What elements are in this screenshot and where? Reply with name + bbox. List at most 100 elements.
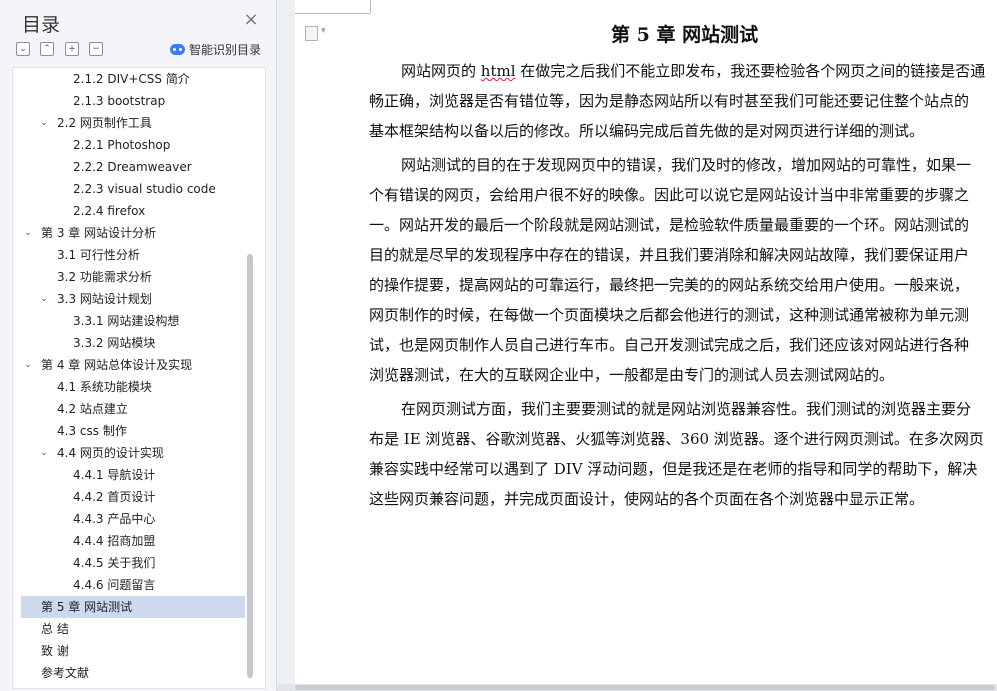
toc-item[interactable]: 参考文献: [21, 662, 245, 684]
toc-item[interactable]: 2.2.2 Dreamweaver: [21, 156, 245, 178]
horizontal-scrollbar[interactable]: [277, 684, 997, 691]
collapse-up-icon[interactable]: ⌃: [40, 42, 54, 56]
paragraph-line: 试，也是网页制作人员自己进行车市。自己开发测试完成之后，我们还应该对网站进行各种: [369, 336, 970, 354]
toc-item[interactable]: 4.4.6 问题留言: [21, 574, 245, 596]
toc-list-container: 2.1.2 DIV+CSS 简介 2.1.3 bootstrap ⌄ 2.2 网页制作…: [12, 67, 266, 689]
toc-item[interactable]: 2.2.1 Photoshop: [21, 134, 245, 156]
ai-robot-icon: [170, 44, 185, 55]
toc-toolbar: ⌄ ⌃ + − 智能识别目录: [16, 42, 266, 58]
toc-item-label: 4.4.3 产品中心: [73, 512, 156, 526]
chevron-down-icon[interactable]: ⌄: [39, 288, 49, 310]
toc-item[interactable]: 3.2 功能需求分析: [21, 266, 245, 288]
toc-item-label: 4.3 css 制作: [57, 424, 127, 438]
toc-item[interactable]: ⌄ 2.2 网页制作工具: [21, 112, 245, 134]
chevron-down-icon[interactable]: ⌄: [23, 222, 33, 244]
toc-item[interactable]: 4.4.5 关于我们: [21, 552, 245, 574]
toc-item-label: 4.4.2 首页设计: [73, 490, 156, 504]
toc-item[interactable]: ⌄ 第 3 章 网站设计分析: [21, 222, 245, 244]
chevron-down-icon[interactable]: ⌄: [39, 112, 49, 134]
toc-item[interactable]: 3.1 可行性分析: [21, 244, 245, 266]
toc-item[interactable]: ⌄ 4.4 网页的设计实现: [21, 442, 245, 464]
paragraph-line: 布是 IE 浏览器、谷歌浏览器、火狐等浏览器、360 浏览器。逐个进行网页测试。…: [369, 430, 984, 448]
page-corner-mark: [370, 0, 371, 13]
toc-item[interactable]: 4.2 站点建立: [21, 398, 245, 420]
paragraph-line: 网站网页的 html 在做完之后我们不能立即发布，我还要检验各个网页之间的链接是…: [401, 58, 985, 84]
document-icon[interactable]: [305, 26, 326, 41]
toc-item[interactable]: 致 谢: [21, 640, 245, 662]
toc-item[interactable]: 4.4.2 首页设计: [21, 486, 245, 508]
paragraph-line: 一。网站开发的最后一个阶段就是网站测试，是检验软件质量最重要的一个环。网站测试的: [369, 216, 970, 234]
toc-item[interactable]: 4.3 css 制作: [21, 420, 245, 442]
toc-item-label: 3.2 功能需求分析: [57, 270, 152, 284]
toc-item-label: 3.3.2 网站模块: [73, 336, 156, 350]
toc-item-label: 4.4.4 招商加盟: [73, 534, 156, 548]
spellcheck-word[interactable]: html: [481, 62, 516, 80]
toc-item-label: 3.3 网站设计规划: [57, 292, 152, 306]
toc-item[interactable]: 3.3.2 网站模块: [21, 332, 245, 354]
toc-item[interactable]: 3.3.1 网站建设构想: [21, 310, 245, 332]
toc-item-label: 3.1 可行性分析: [57, 248, 140, 262]
toc-item-label: 参考文献: [41, 666, 90, 680]
toc-item-label: 4.4.1 导航设计: [73, 468, 156, 482]
toc-item-label: 4.4.5 关于我们: [73, 556, 156, 570]
paragraph-line: 目的就是尽早的发现程序中存在的错误，并且我们要消除和解决网站故障，我们要保证用户: [369, 246, 970, 264]
toc-scrollbar[interactable]: [247, 254, 253, 678]
document-area: 第 5 章 网站测试 网站网页的 html 在做完之后我们不能立即发布，我还要检…: [277, 0, 997, 691]
paragraph-line: 在网页测试方面，我们主要要测试的就是网站浏览器兼容性。我们测试的浏览器主要分: [401, 400, 972, 418]
smart-toc-label: 智能识别目录: [189, 43, 262, 57]
paragraph-line: 浏览器测试，在大的互联网企业中，一般都是由专门的测试人员去测试网站的。: [369, 366, 895, 384]
add-level-icon[interactable]: +: [65, 42, 79, 56]
toc-pane: 目录 × ⌄ ⌃ + − 智能识别目录 2.1.2 DIV+CSS 简介 2.1.…: [0, 0, 277, 691]
toc-item[interactable]: 2.2.4 firefox: [21, 200, 245, 222]
page-corner-mark: [295, 13, 370, 14]
toc-item[interactable]: 4.1 系统功能模块: [21, 376, 245, 398]
text-run: 在做完之后我们不能立即发布，我还要检验各个网页之间的链接是否通: [515, 62, 986, 80]
toc-item-label: 2.2.2 Dreamweaver: [73, 160, 192, 174]
paragraph-line: 畅正确，浏览器是否有错位等，因为是静态网站所以有时甚至我们可能还要记住整个站点的: [369, 92, 970, 110]
smart-toc-button[interactable]: 智能识别目录: [170, 41, 261, 58]
document-page: 第 5 章 网站测试 网站网页的 html 在做完之后我们不能立即发布，我还要检…: [295, 0, 997, 684]
toc-item[interactable]: 4.4.3 产品中心: [21, 508, 245, 530]
toc-item-label: 致 谢: [41, 644, 69, 658]
toc-item-label: 4.1 系统功能模块: [57, 380, 152, 394]
toc-title: 目录: [22, 14, 61, 36]
toc-item-label: 4.4.6 问题留言: [73, 578, 156, 592]
toc-item[interactable]: 2.1.3 bootstrap: [21, 90, 245, 112]
toc-item-label: 2.2 网页制作工具: [57, 116, 152, 130]
paragraph-line: 这些网页兼容问题，并完成页面设计，使网站的各个页面在各个浏览器中显示正常。: [369, 490, 925, 508]
paragraph-line: 兼容实践中经常可以遇到了 DIV 浮动问题，但是我还是在老师的指导和同学的帮助下…: [369, 460, 978, 478]
paragraph-line: 网页制作的时候，在每做一个页面模块之后都会他进行的测试，这种测试通常被称为单元测: [369, 306, 970, 324]
toc-item[interactable]: 总 结: [21, 618, 245, 640]
toc-item-label: 4.2 站点建立: [57, 402, 128, 416]
toc-item-label: 总 结: [41, 622, 69, 636]
toc-item-label: 2.2.4 firefox: [73, 204, 146, 218]
toc-item-label: 2.1.2 DIV+CSS 简介: [73, 72, 190, 86]
toc-item-label: 第 3 章 网站设计分析: [41, 226, 157, 240]
toc-item-label: 2.2.3 visual studio code: [73, 182, 216, 196]
toc-item[interactable]: 4.4.4 招商加盟: [21, 530, 245, 552]
toc-item[interactable]: 2.2.3 visual studio code: [21, 178, 245, 200]
close-icon[interactable]: ×: [242, 11, 260, 29]
paragraph-line: 基本框架结构以备以后的修改。所以编码完成后首先做的是对网页进行详细的测试。: [369, 122, 925, 140]
toc-item[interactable]: 第 5 章 网站测试: [21, 596, 245, 618]
toc-item[interactable]: 4.4.1 导航设计: [21, 464, 245, 486]
remove-level-icon[interactable]: −: [89, 42, 103, 56]
toc-item-label: 3.3.1 网站建设构想: [73, 314, 180, 328]
paragraph-line: 网站测试的目的在于发现网页中的错误，我们及时的修改，增加网站的可靠性，如果一: [401, 156, 972, 174]
horizontal-scrollbar-thumb[interactable]: [295, 685, 995, 690]
expand-all-icon[interactable]: ⌄: [16, 42, 30, 56]
toc-item[interactable]: ⌄ 3.3 网站设计规划: [21, 288, 245, 310]
chevron-down-icon[interactable]: ⌄: [39, 442, 49, 464]
text-run: 网站网页的: [401, 62, 481, 80]
paragraph-line: 个有错误的网页，会给用户很不好的映像。因此可以说它是网站设计当中非常重要的步骤之: [369, 186, 970, 204]
paragraph-line: 的操作提要，提高网站的可靠运行，最终把一完美的的网站系统交给用户使用。一般来说，: [369, 276, 970, 294]
toc-item[interactable]: 2.1.2 DIV+CSS 简介: [21, 68, 245, 90]
chevron-down-icon[interactable]: ⌄: [23, 354, 33, 376]
toc-item-label: 2.1.3 bootstrap: [73, 94, 166, 108]
chapter-heading: 第 5 章 网站测试: [611, 24, 759, 46]
toc-item-label: 第 5 章 网站测试: [41, 600, 133, 614]
toc-item-label: 4.4 网页的设计实现: [57, 446, 164, 460]
toc-item-label: 2.2.1 Photoshop: [73, 138, 171, 152]
toc-item[interactable]: ⌄ 第 4 章 网站总体设计及实现: [21, 354, 245, 376]
toc-item-label: 第 4 章 网站总体设计及实现: [41, 358, 193, 372]
